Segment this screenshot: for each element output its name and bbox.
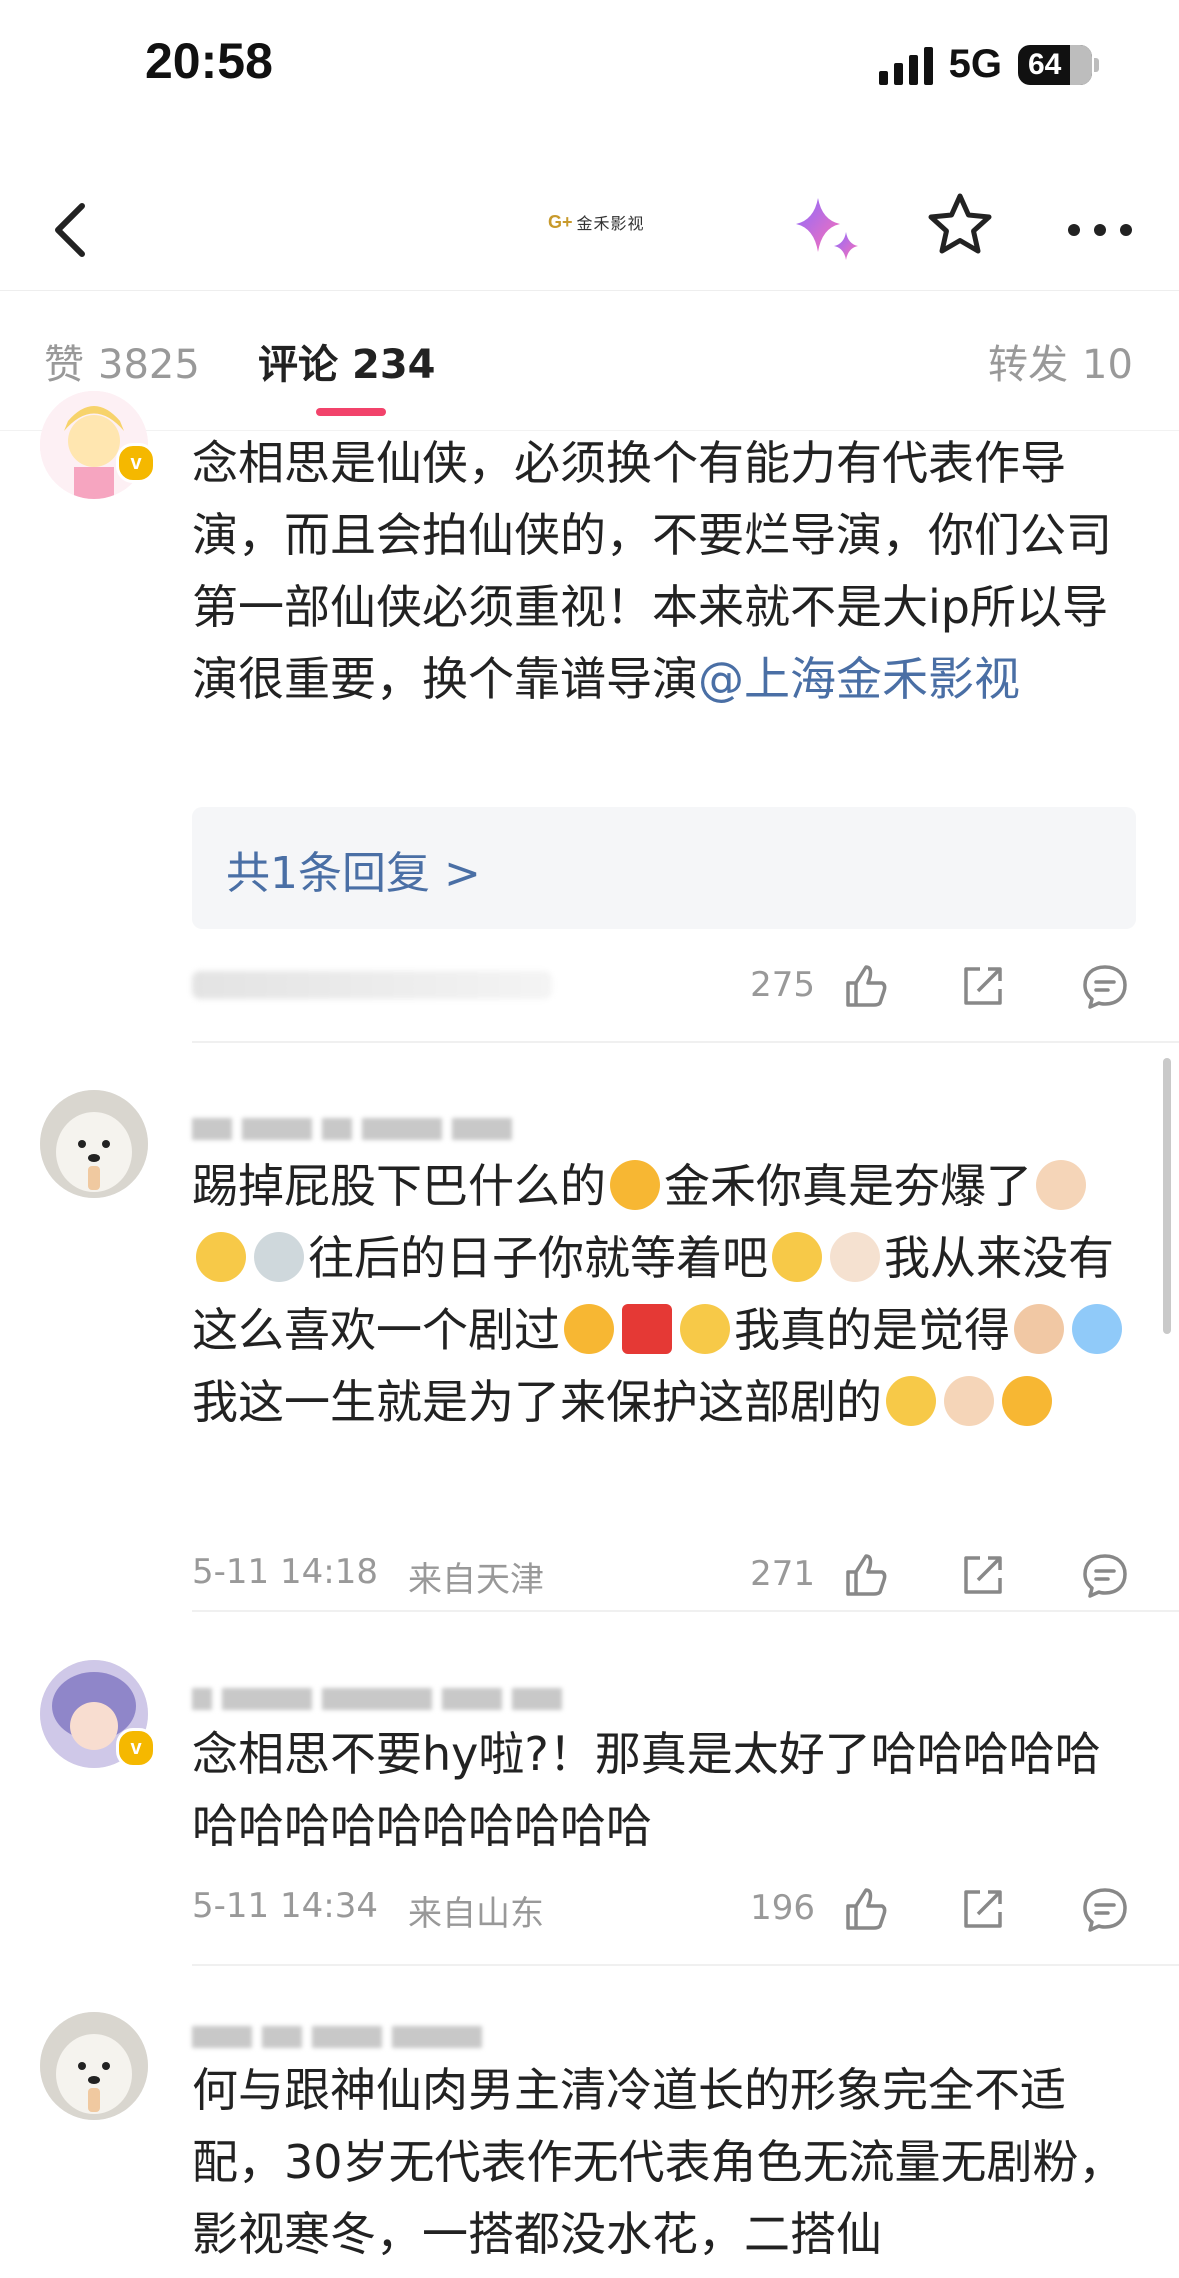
status-right: 5G 64	[878, 42, 1099, 87]
comment-item: v 念相思不要hy啦?！那真是太好了哈哈哈哈哈哈哈哈哈哈哈哈哈哈哈 5-11 1…	[0, 1660, 1179, 1960]
tongue-face-emoji-icon	[610, 1160, 660, 1210]
network-type: 5G	[948, 42, 1002, 86]
tab-likes-label: 赞	[44, 342, 84, 388]
like-icon[interactable]	[840, 1884, 890, 1934]
like-count: 271	[750, 1554, 815, 1594]
ring-emoji-icon	[254, 1232, 304, 1282]
share-icon[interactable]	[958, 961, 1008, 1011]
tab-reposts-count: 10	[1082, 342, 1133, 388]
tab-comments-count: 234	[352, 342, 436, 388]
red-heart-emoji-icon	[622, 1304, 672, 1354]
comment-item: v 念相思是仙侠，必须换个有能力有代表作导演，而且会拍仙侠的，不要烂导演，你们公…	[0, 391, 1179, 1041]
battery-icon: 64	[1018, 44, 1099, 85]
comment-body-part: 往后的日子你就等着吧	[308, 1231, 768, 1285]
comment-actions: 271	[740, 1544, 1140, 1604]
comment-text: 踢掉屁股下巴什么的 金禾你真是夯爆了往后的日子你就等着吧 我从来没有这么喜欢一个剧过…	[192, 1150, 1132, 1438]
comment-body-part: 金禾你真是夯爆了	[664, 1159, 1032, 1213]
tab-comments-label: 评论	[258, 342, 338, 388]
comment-icon[interactable]	[1080, 961, 1130, 1011]
back-icon[interactable]	[36, 190, 116, 270]
screaming-face-emoji-icon	[1072, 1304, 1122, 1354]
comment-actions: 275	[740, 955, 1140, 1015]
like-count: 275	[750, 965, 815, 1005]
comment-icon[interactable]	[1080, 1884, 1130, 1934]
wink-face-emoji-icon	[680, 1304, 730, 1354]
comment-item: 何与跟神仙肉男主清冷道长的形象完全不适配，30岁无代表作无代表角色无流量无剧粉，…	[0, 2012, 1179, 2278]
comment-body-part: 我这一生就是为了来保护这部剧的	[192, 1375, 882, 1429]
wink-face-emoji-icon	[886, 1376, 936, 1426]
signal-icon	[878, 45, 933, 85]
brand-mark: G+	[548, 211, 573, 232]
battery-level: 64	[1028, 47, 1062, 81]
comment-meta-blurred	[192, 971, 552, 999]
avatar[interactable]	[40, 1090, 148, 1198]
comment-date: 5-11 14:34	[192, 1886, 378, 1926]
raised-hands-emoji-icon	[944, 1376, 994, 1426]
comment-body-part: 我真的是觉得	[734, 1303, 1010, 1357]
brand-name: 金禾影视	[576, 214, 645, 233]
sparkle-icon[interactable]	[788, 190, 868, 270]
raised-hands-emoji-icon	[1036, 1160, 1086, 1210]
username-blurred[interactable]	[192, 2020, 482, 2054]
reply-summary-label: 共1条回复 >	[226, 848, 481, 899]
avatar[interactable]	[40, 2012, 148, 2120]
comment-date: 5-11 14:18	[192, 1552, 378, 1592]
brand-logo: G+ 金禾影视	[548, 210, 645, 234]
comment-divider	[192, 1610, 1179, 1612]
cat-face-emoji-icon	[772, 1232, 822, 1282]
comment-divider	[192, 1964, 1179, 1966]
like-icon[interactable]	[840, 1550, 890, 1600]
username-blurred[interactable]	[192, 1682, 562, 1716]
status-time: 20:58	[145, 33, 273, 89]
more-icon[interactable]	[1060, 190, 1140, 270]
verified-badge-icon: v	[116, 443, 156, 483]
comment-text: 念相思是仙侠，必须换个有能力有代表作导演，而且会拍仙侠的，不要烂导演，你们公司第…	[192, 427, 1132, 715]
comment-icon[interactable]	[1080, 1550, 1130, 1600]
tab-likes[interactable]: 赞 3825	[44, 332, 200, 390]
folded-hands-emoji-icon	[1014, 1304, 1064, 1354]
verified-badge-icon: v	[116, 1728, 156, 1768]
relieved-face-emoji-icon	[196, 1232, 246, 1282]
comment-actions: 196	[740, 1878, 1140, 1938]
comment-meta: 5-11 14:18 来自天津	[192, 1552, 544, 1601]
tab-likes-count: 3825	[98, 342, 200, 388]
comment-item: 踢掉屁股下巴什么的 金禾你真是夯爆了往后的日子你就等着吧 我从来没有这么喜欢一个剧过…	[0, 1090, 1179, 1610]
tab-reposts[interactable]: 转发 10	[988, 332, 1133, 390]
status-bar: 20:58 5G 64	[0, 0, 1179, 130]
comment-divider	[192, 1041, 1179, 1043]
avatar-image	[40, 2012, 148, 2120]
tab-reposts-label: 转发	[988, 342, 1068, 388]
comment-text: 何与跟神仙肉男主清冷道长的形象完全不适配，30岁无代表作无代表角色无流量无剧粉，…	[192, 2063, 1125, 2261]
comment-meta: 5-11 14:34 来自山东	[192, 1886, 544, 1935]
share-icon[interactable]	[958, 1884, 1008, 1934]
comment-body-part: 踢掉屁股下巴什么的	[192, 1159, 606, 1213]
comment-location: 来自天津	[407, 1560, 544, 1600]
share-icon[interactable]	[958, 1550, 1008, 1600]
active-tab-indicator	[316, 408, 386, 416]
tired-face-emoji-icon	[564, 1304, 614, 1354]
tab-bar: 赞 3825 评论 234 转发 10	[0, 290, 1179, 431]
mention-link[interactable]: @上海金禾影视	[698, 652, 1020, 706]
reply-summary[interactable]: 共1条回复 >	[192, 807, 1136, 929]
nav-bar: G+ 金禾影视	[0, 170, 1179, 291]
comment-text: 念相思不要hy啦?！那真是太好了哈哈哈哈哈哈哈哈哈哈哈哈哈哈哈	[192, 1727, 1101, 1853]
username-blurred[interactable]	[192, 1112, 512, 1146]
kissing-cat-emoji-icon	[1002, 1376, 1052, 1426]
star-icon[interactable]	[922, 188, 998, 264]
scrollbar[interactable]	[1163, 1058, 1171, 1334]
avatar-image	[40, 1090, 148, 1198]
comment-location: 来自山东	[407, 1894, 544, 1934]
open-hands-emoji-icon	[830, 1232, 880, 1282]
tab-comments[interactable]: 评论 234	[258, 332, 436, 390]
like-count: 196	[750, 1888, 815, 1928]
like-icon[interactable]	[840, 961, 890, 1011]
